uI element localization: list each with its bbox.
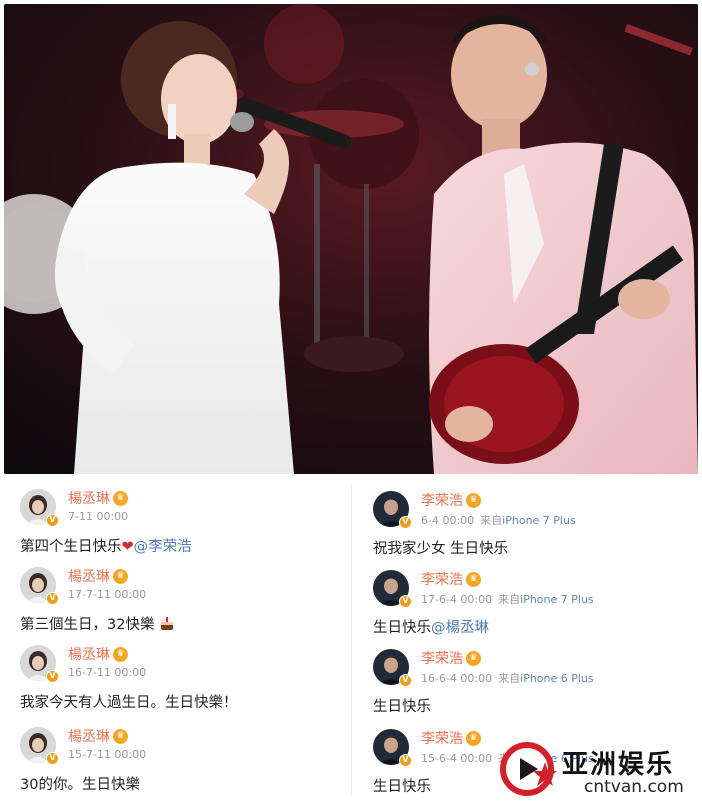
verified-badge-icon: V — [46, 670, 59, 683]
post-timestamp[interactable]: 15-7-11 00:00 — [68, 748, 146, 761]
site-watermark: 亚洲娱乐 cntvan.com — [500, 738, 700, 800]
post-timestamp: 17-6-4 00:00 来自iPhone 7 Plus — [421, 593, 594, 606]
right-post-2[interactable]: V 李荣浩 ♛ 17-6-4 00:00 来自iPhone 7 Plus 生日快乐… — [373, 570, 693, 642]
post-timestamp: 6-4 00:00 来自iPhone 7 Plus — [421, 514, 576, 527]
left-post-3[interactable]: V 楊丞琳 ♛ 16-7-11 00:00 我家今天有人過生日。生日快樂！ — [20, 645, 340, 717]
concert-photo — [4, 4, 698, 474]
post-text: 生日快乐 — [373, 699, 431, 715]
verified-badge-icon: V — [46, 514, 59, 527]
post-timestamp[interactable]: 7-11 00:00 — [68, 510, 128, 523]
left-post-4[interactable]: V 楊丞琳 ♛ 15-7-11 00:00 30的你。生日快樂 — [20, 727, 340, 799]
username[interactable]: 楊丞琳 — [68, 726, 110, 746]
username[interactable]: 李荣浩 — [421, 648, 463, 668]
post-device[interactable]: iPhone 7 Plus — [502, 514, 576, 527]
watermark-logo-icon — [500, 742, 557, 796]
verified-badge-icon: V — [46, 592, 59, 605]
verified-badge-icon: V — [399, 595, 412, 608]
post-text: 生日快乐 — [373, 779, 431, 795]
heart-icon: ❤ — [121, 539, 134, 555]
post-device[interactable]: iPhone 7 Plus — [520, 593, 594, 606]
left-post-2[interactable]: V 楊丞琳 ♛ 17-7-11 00:00 第三個生日，32快樂 — [20, 567, 340, 639]
post-text: 祝我家少女 生日快乐 — [373, 541, 509, 557]
post-timestamp: 16-6-4 00:00 来自iPhone 6 Plus — [421, 672, 594, 685]
post-text: 30的你。生日快樂 — [20, 777, 140, 793]
mention-link[interactable]: @李荣浩 — [134, 539, 192, 555]
vip-crown-icon: ♛ — [113, 646, 128, 662]
verified-badge-icon: V — [399, 754, 412, 767]
post-text: 第四个生日快乐❤@李荣浩 — [20, 539, 192, 555]
mention-link[interactable]: @楊丞琳 — [431, 620, 489, 636]
post-text: 生日快乐@楊丞琳 — [373, 620, 489, 636]
post-timestamp[interactable]: 16-7-11 00:00 — [68, 666, 146, 679]
right-post-3[interactable]: V 李荣浩 ♛ 16-6-4 00:00 来自iPhone 6 Plus 生日快乐 — [373, 649, 693, 721]
cake-emoji-icon — [161, 617, 174, 630]
watermark-title: 亚洲娱乐 — [562, 750, 675, 780]
post-text: 我家今天有人過生日。生日快樂！ — [20, 695, 238, 711]
vip-crown-icon: ♛ — [466, 492, 481, 508]
verified-badge-icon: V — [399, 674, 412, 687]
username[interactable]: 楊丞琳 — [68, 644, 110, 664]
post-text: 第三個生日，32快樂 — [20, 613, 175, 634]
post-timestamp[interactable]: 17-7-11 00:00 — [68, 588, 146, 601]
username[interactable]: 楊丞琳 — [68, 566, 110, 586]
post-device[interactable]: iPhone 6 Plus — [520, 672, 594, 685]
vip-crown-icon: ♛ — [466, 730, 481, 746]
username[interactable]: 李荣浩 — [421, 490, 463, 510]
left-post-1[interactable]: V 楊丞琳 ♛ 7-11 00:00 第四个生日快乐❤@李荣浩 — [20, 489, 340, 561]
right-post-1[interactable]: V 李荣浩 ♛ 6-4 00:00 来自iPhone 7 Plus 祝我家少女 生… — [373, 491, 693, 563]
vip-crown-icon: ♛ — [466, 571, 481, 587]
vip-crown-icon: ♛ — [113, 490, 128, 506]
username[interactable]: 李荣浩 — [421, 728, 463, 748]
verified-badge-icon: V — [46, 752, 59, 765]
username[interactable]: 楊丞琳 — [68, 488, 110, 508]
vip-crown-icon: ♛ — [113, 728, 128, 744]
username[interactable]: 李荣浩 — [421, 569, 463, 589]
watermark-url: cntvan.com — [584, 777, 684, 797]
vip-crown-icon: ♛ — [113, 568, 128, 584]
vip-crown-icon: ♛ — [466, 650, 481, 666]
column-divider — [351, 484, 352, 796]
verified-badge-icon: V — [399, 516, 412, 529]
